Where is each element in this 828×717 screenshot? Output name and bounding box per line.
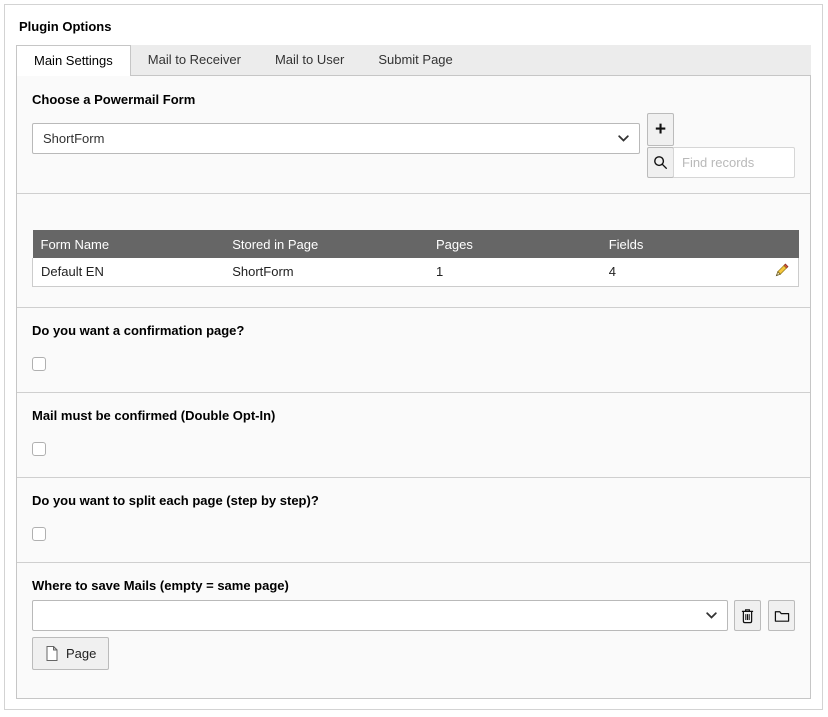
section-double-opt-in: Mail must be confirmed (Double Opt-In) — [17, 393, 810, 478]
save-mails-select[interactable] — [32, 600, 728, 631]
table-header-row: Form Name Stored in Page Pages Fields — [33, 230, 799, 258]
plus-icon: + — [655, 120, 666, 139]
search-icon — [653, 155, 668, 170]
double-opt-in-label: Mail must be confirmed (Double Opt-In) — [32, 408, 795, 423]
page-button[interactable]: Page — [32, 637, 109, 670]
section-form-table: Form Name Stored in Page Pages Fields De… — [17, 194, 810, 308]
section-split-pages: Do you want to split each page (step by … — [17, 478, 810, 563]
chevron-down-icon — [706, 612, 717, 619]
add-record-button[interactable]: + — [647, 113, 674, 146]
section-confirmation-page: Do you want a confirmation page? — [17, 308, 810, 393]
tab-submit-page[interactable]: Submit Page — [361, 45, 469, 75]
choose-form-label: Choose a Powermail Form — [32, 92, 795, 107]
save-mails-label: Where to save Mails (empty = same page) — [32, 578, 795, 593]
tab-mail-to-user[interactable]: Mail to User — [258, 45, 361, 75]
tab-bar: Main Settings Mail to Receiver Mail to U… — [16, 45, 811, 76]
tab-mail-to-receiver[interactable]: Mail to Receiver — [131, 45, 258, 75]
col-actions — [750, 230, 798, 258]
col-form-name: Form Name — [33, 230, 225, 258]
col-fields: Fields — [601, 230, 751, 258]
page-button-label: Page — [66, 646, 96, 661]
trash-icon — [740, 608, 755, 624]
double-opt-in-checkbox[interactable] — [32, 442, 46, 456]
split-pages-checkbox[interactable] — [32, 527, 46, 541]
folder-icon — [774, 609, 790, 623]
powermail-form-select-value: ShortForm — [43, 131, 618, 146]
clear-selection-button[interactable] — [734, 600, 761, 631]
tab-content-panel: Choose a Powermail Form ShortForm + — [16, 76, 811, 699]
page-icon — [45, 645, 59, 662]
section-choose-form: Choose a Powermail Form ShortForm + — [17, 76, 810, 194]
split-pages-label: Do you want to split each page (step by … — [32, 493, 795, 508]
browse-records-button[interactable] — [768, 600, 795, 631]
form-records-table: Form Name Stored in Page Pages Fields De… — [32, 230, 799, 287]
tab-main-settings[interactable]: Main Settings — [16, 45, 131, 76]
cell-pages: 1 — [428, 258, 601, 286]
find-records-input[interactable] — [673, 147, 795, 178]
confirmation-page-label: Do you want a confirmation page? — [32, 323, 795, 338]
table-row: Default EN ShortForm 1 4 — [33, 258, 799, 286]
chevron-down-icon — [618, 135, 629, 142]
cell-stored-in-page: ShortForm — [224, 258, 428, 286]
plugin-options-container: Plugin Options Main Settings Mail to Rec… — [4, 4, 823, 710]
cell-fields: 4 — [601, 258, 751, 286]
cell-form-name: Default EN — [33, 258, 225, 286]
pencil-edit-icon[interactable] — [773, 262, 790, 279]
page-title: Plugin Options — [19, 19, 811, 34]
confirmation-page-checkbox[interactable] — [32, 357, 46, 371]
search-button[interactable] — [647, 147, 674, 178]
col-pages: Pages — [428, 230, 601, 258]
powermail-form-select[interactable]: ShortForm — [32, 123, 640, 154]
col-stored-in-page: Stored in Page — [224, 230, 428, 258]
section-save-mails: Where to save Mails (empty = same page) — [17, 563, 810, 698]
